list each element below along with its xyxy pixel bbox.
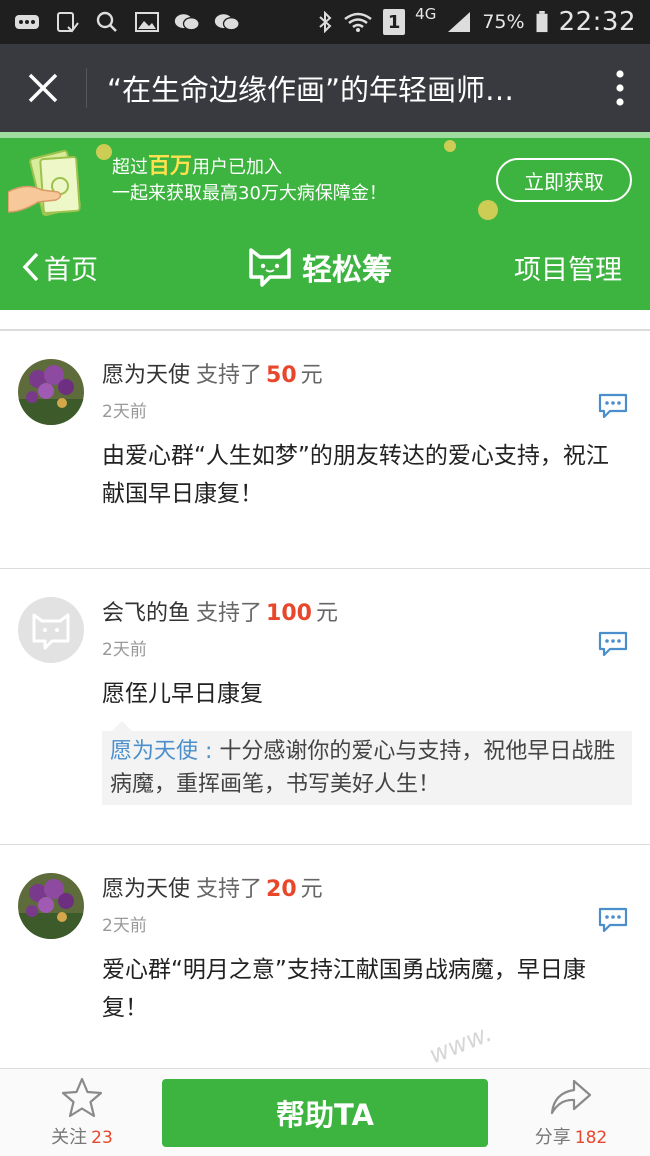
user-name[interactable]: 愿为天使 — [102, 877, 190, 902]
app-header: 首页 轻松筹 项目管理 — [0, 224, 650, 310]
banner-line2: 一起来获取最高30万大病保障金！ — [112, 183, 387, 204]
webview-nav-bar: “在生命边缘作画”的年轻画师… — [0, 44, 650, 132]
keyboard-icon — [15, 15, 39, 29]
page-title: “在生命边缘作画”的年轻画师… — [107, 73, 515, 107]
network-type-label: 4G — [415, 5, 437, 23]
reply-pointer — [112, 721, 132, 731]
timestamp: 2天前 — [102, 640, 147, 660]
share-icon — [550, 1079, 592, 1115]
wechat-icon — [174, 14, 200, 31]
avatar[interactable] — [18, 359, 84, 425]
home-back-link[interactable]: 首页 — [0, 248, 160, 287]
comment-header: 愿为天使 支持了 50 元 — [102, 357, 323, 389]
timestamp: 2天前 — [102, 916, 147, 936]
reply-author[interactable]: 愿为天使 : — [110, 739, 219, 764]
follow-count: 23 — [91, 1128, 113, 1148]
timestamp: 2天前 — [102, 402, 147, 422]
logo-text: 轻松筹 — [302, 253, 392, 288]
battery-icon — [536, 11, 548, 33]
currency-unit: 元 — [300, 363, 323, 388]
coin-decoration — [96, 144, 112, 160]
notes-icon — [57, 12, 79, 33]
follow-button[interactable]: 关注 23 — [40, 1077, 124, 1149]
clock: 22:32 — [558, 7, 636, 37]
close-button[interactable] — [0, 44, 86, 132]
battery-percent: 75% — [482, 11, 525, 33]
more-vertical-icon — [616, 70, 624, 106]
comment-icon[interactable] — [598, 907, 628, 933]
flower-photo — [18, 873, 84, 939]
supported-label: 支持了 — [196, 363, 263, 388]
avatar[interactable] — [18, 597, 84, 663]
comment-header: 会飞的鱼 支持了 100 元 — [102, 595, 338, 627]
home-label: 首页 — [44, 254, 98, 286]
comment-item: 愿为天使 支持了 20 元 2天前 爱心群“明月之意”支持江献国勇战病魔，早日康复！ — [0, 844, 650, 1070]
sim-icon: 1 — [383, 9, 406, 35]
bottom-action-bar: 关注 23 帮助TA 分享 182 — [0, 1068, 650, 1156]
avatar[interactable] — [18, 873, 84, 939]
share-count: 182 — [574, 1128, 608, 1148]
money-hand-icon — [8, 149, 81, 217]
star-icon — [61, 1077, 103, 1118]
comment-header: 愿为天使 支持了 20 元 — [102, 871, 323, 903]
currency-unit: 元 — [300, 877, 323, 902]
app-logo: 轻松筹 — [140, 245, 500, 289]
reply-box: 愿为天使 : 十分感谢你的爱心与支持，祝他早日战胜病魔，重挥画笔，书写美好人生！ — [102, 731, 632, 805]
amount: 50 — [266, 363, 297, 388]
coin-decoration — [444, 140, 456, 152]
follow-label: 关注 — [51, 1127, 88, 1148]
signal-icon — [448, 12, 471, 32]
currency-unit: 元 — [315, 601, 338, 626]
feed-spacer — [0, 310, 650, 330]
get-now-button[interactable]: 立即获取 — [496, 158, 632, 202]
wechat-icon — [214, 14, 240, 31]
help-ta-button[interactable]: 帮助TA — [162, 1079, 488, 1147]
search-icon — [96, 11, 117, 32]
comment-icon[interactable] — [598, 631, 628, 657]
banner-line1: 超过百万用户已加入 — [112, 154, 283, 179]
chevron-left-icon — [22, 252, 39, 282]
comment-text: 愿侄儿早日康复 — [102, 681, 263, 707]
promo-banner[interactable]: 超过百万用户已加入 一起来获取最高30万大病保障金！ 立即获取 — [0, 132, 650, 224]
comment-text: 由爱心群“人生如梦”的朋友转达的爱心支持，祝江献国早日康复！ — [102, 443, 609, 507]
comment-text: 爱心群“明月之意”支持江献国勇战病魔，早日康复！ — [102, 957, 586, 1021]
coin-decoration — [478, 200, 498, 220]
flower-photo — [18, 359, 84, 425]
user-name[interactable]: 会飞的鱼 — [102, 601, 190, 626]
banner-text: 超过百万用户已加入 一起来获取最高30万大病保障金！ — [112, 154, 387, 207]
supported-label: 支持了 — [196, 601, 263, 626]
cat-logo-icon — [249, 248, 291, 287]
project-manage-link[interactable]: 项目管理 — [500, 248, 650, 287]
bluetooth-icon — [319, 11, 332, 33]
share-label: 分享 — [534, 1127, 571, 1148]
status-bar: 1 4G 75% 22:32 — [0, 0, 650, 44]
comment-feed: 愿为天使 支持了 50 元 2天前 由爱心群“人生如梦”的朋友转达的爱心支持，祝江献国… — [0, 310, 650, 1070]
share-button[interactable]: 分享 182 — [526, 1077, 616, 1149]
wifi-icon — [344, 12, 372, 32]
close-icon — [28, 73, 58, 103]
amount: 100 — [266, 601, 312, 626]
default-avatar-icon — [18, 597, 84, 663]
user-name[interactable]: 愿为天使 — [102, 363, 190, 388]
supported-label: 支持了 — [196, 877, 263, 902]
comment-item: 愿为天使 支持了 50 元 2天前 由爱心群“人生如梦”的朋友转达的爱心支持，祝江献国… — [0, 330, 650, 568]
amount: 20 — [266, 877, 297, 902]
comment-item: 会飞的鱼 支持了 100 元 2天前 愿侄儿早日康复 愿为天使 : 十分感谢你的爱心与… — [0, 568, 650, 844]
gallery-icon — [135, 12, 159, 32]
more-button[interactable] — [590, 44, 650, 132]
comment-icon[interactable] — [598, 393, 628, 419]
